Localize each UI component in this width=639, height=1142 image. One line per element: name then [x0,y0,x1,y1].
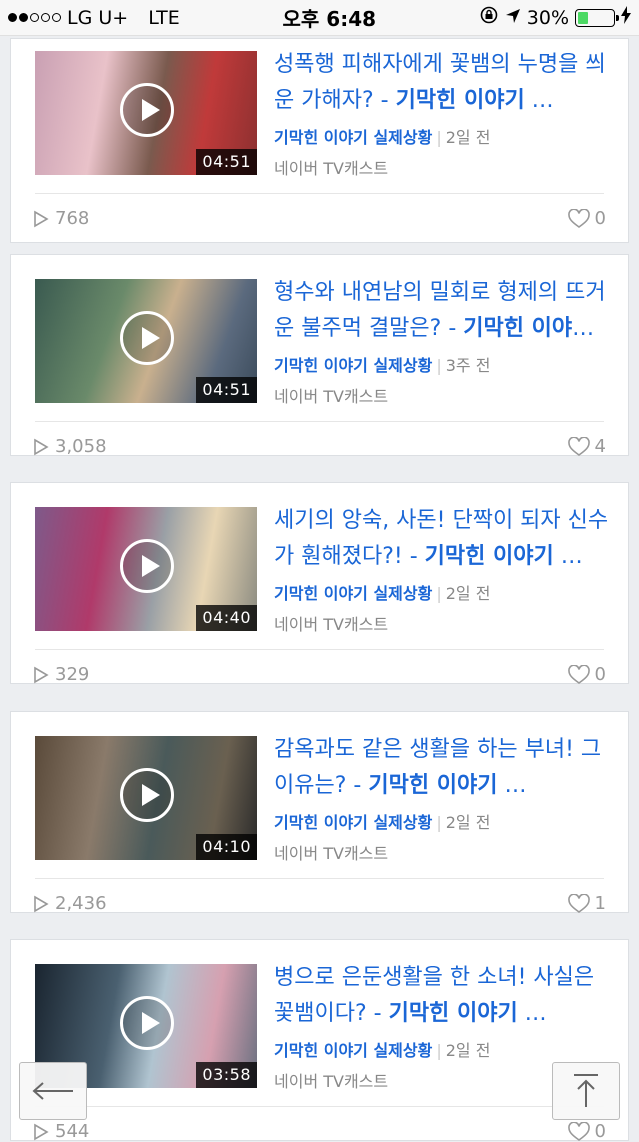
channel-name[interactable]: 기막힌 이야기 실제상황 [274,813,432,832]
video-source: 네이버 TV캐스트 [274,615,389,634]
play-icon [120,539,174,593]
video-thumbnail[interactable]: 04:51 [35,279,257,403]
video-title[interactable]: 형수와 내연남의 밀회로 형제의 뜨거운 불주먹 결말은? - 기막힌 이야기 … [274,275,614,347]
video-title[interactable]: 병으로 은둔생활을 한 소녀! 사실은 꽃뱀이다? - 기막힌 이야기 … [274,960,614,1032]
like-button[interactable]: 0 [567,664,606,685]
clock: 오후 6:48 [282,7,377,31]
video-source: 네이버 TV캐스트 [274,844,389,863]
video-meta: 기막힌 이야기 실제상황 | 2일 전 [274,128,491,147]
card-divider [35,421,604,422]
heart-icon [567,893,590,913]
back-arrow-icon [32,1082,73,1100]
upload-age: 2일 전 [445,1041,491,1060]
status-bar: LG U+ LTE 오후 6:48 30% [0,0,639,36]
channel-name[interactable]: 기막힌 이야기 실제상황 [274,584,432,603]
views-play-icon [34,895,49,912]
scroll-top-icon [574,1074,598,1107]
card-divider [35,649,604,650]
like-button[interactable]: 1 [567,893,606,914]
video-meta: 기막힌 이야기 실제상황 | 2일 전 [274,1041,491,1060]
video-source: 네이버 TV캐스트 [274,159,389,178]
video-card[interactable]: 04:51 형수와 내연남의 밀회로 형제의 뜨거운 불주먹 결말은? - 기막… [10,254,629,457]
video-title[interactable]: 감옥과도 같은 생활을 하는 부녀! 그 이유는? - 기막힌 이야기 … [274,732,614,804]
battery-icon [575,8,619,27]
signal-strength-icon [8,13,61,22]
channel-name[interactable]: 기막힌 이야기 실제상황 [274,128,432,147]
video-card[interactable]: 04:51 성폭행 피해자에게 꽃뱀의 누명을 씌운 가해자? - 기막힌 이야… [10,38,629,243]
video-duration: 03:58 [196,1062,257,1088]
video-source: 네이버 TV캐스트 [274,387,389,406]
views-play-icon [34,438,49,455]
like-button[interactable]: 0 [567,1121,606,1142]
view-count: 2,436 [33,893,107,914]
location-arrow-icon [505,7,521,29]
view-count: 544 [33,1121,89,1142]
upload-age: 2일 전 [445,584,491,603]
upload-age: 2일 전 [445,128,491,147]
back-button[interactable] [19,1062,87,1120]
heart-icon [567,664,590,684]
video-duration: 04:10 [196,834,257,860]
video-title[interactable]: 성폭행 피해자에게 꽃뱀의 누명을 씌운 가해자? - 기막힌 이야기 … [274,47,614,119]
views-play-icon [34,666,49,683]
card-divider [35,878,604,879]
play-icon [120,768,174,822]
view-count: 768 [33,208,89,229]
carrier-name: LG U+ [67,6,129,29]
channel-name[interactable]: 기막힌 이야기 실제상황 [274,356,432,375]
upload-age: 2일 전 [445,813,491,832]
play-icon [120,311,174,365]
upload-age: 3주 전 [445,356,491,375]
scroll-top-button[interactable] [552,1062,620,1120]
status-bar-right: 30% [479,5,631,30]
video-title[interactable]: 세기의 앙숙, 사돈! 단짝이 되자 신수가 훤해졌다?! - 기막힌 이야기 … [274,503,614,575]
video-duration: 04:40 [196,605,257,631]
channel-name[interactable]: 기막힌 이야기 실제상황 [274,1041,432,1060]
battery-percent: 30% [526,6,569,29]
like-button[interactable]: 0 [567,208,606,229]
video-duration: 04:51 [196,149,257,175]
video-meta: 기막힌 이야기 실제상황 | 2일 전 [274,584,491,603]
card-divider [35,193,604,194]
lock-rotation-icon [479,5,499,30]
heart-icon [567,436,590,456]
like-button[interactable]: 4 [567,436,606,457]
video-thumbnail[interactable]: 04:51 [35,51,257,175]
status-bar-left: LG U+ LTE [8,7,180,29]
video-meta: 기막힌 이야기 실제상황 | 2일 전 [274,813,491,832]
video-source: 네이버 TV캐스트 [274,1072,389,1091]
heart-icon [567,1121,590,1141]
card-divider [35,1106,604,1107]
video-duration: 04:51 [196,377,257,403]
view-count: 329 [33,664,89,685]
video-card[interactable]: 04:40 세기의 앙숙, 사돈! 단짝이 되자 신수가 훤해졌다?! - 기막… [10,482,629,685]
view-count: 3,058 [33,436,107,457]
network-type: LTE [148,6,180,29]
views-play-icon [34,210,49,227]
play-icon [120,996,174,1050]
video-thumbnail[interactable]: 04:40 [35,507,257,631]
play-icon [120,83,174,137]
video-card[interactable]: 04:10 감옥과도 같은 생활을 하는 부녀! 그 이유는? - 기막힌 이야… [10,711,629,914]
video-card[interactable]: 03:58 병으로 은둔생활을 한 소녀! 사실은 꽃뱀이다? - 기막힌 이야… [10,939,629,1142]
video-meta: 기막힌 이야기 실제상황 | 3주 전 [274,356,491,375]
charging-bolt-icon [621,6,631,29]
heart-icon [567,208,590,228]
video-thumbnail[interactable]: 04:10 [35,736,257,860]
